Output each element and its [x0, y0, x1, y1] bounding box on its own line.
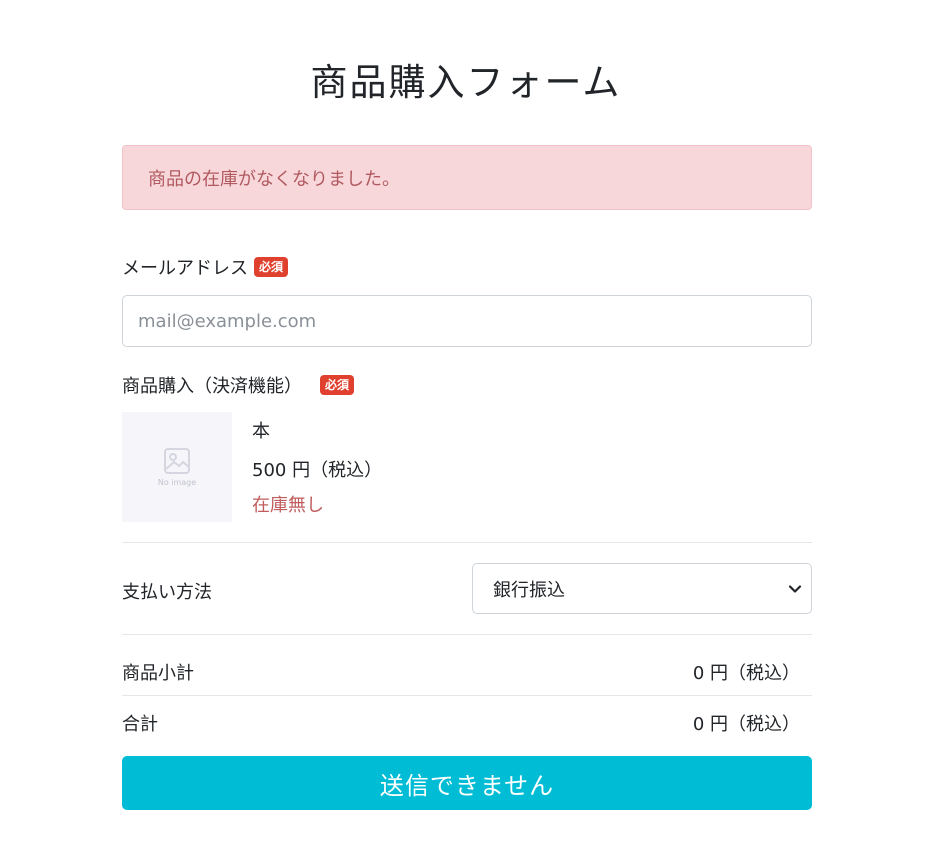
- email-label-text: メールアドレス: [122, 258, 248, 279]
- divider: [122, 542, 812, 543]
- total-value: 0 円（税込）: [692, 714, 800, 735]
- payment-method-select[interactable]: 銀行振込: [472, 563, 812, 614]
- email-input[interactable]: [122, 295, 812, 347]
- divider: [122, 634, 812, 635]
- product-section-label-text: 商品購入（決済機能）: [122, 376, 302, 397]
- product-image-placeholder: No image: [122, 412, 232, 522]
- out-of-stock-alert: 商品の在庫がなくなりました。: [122, 145, 812, 210]
- email-required-badge: 必須: [254, 257, 289, 277]
- submit-button[interactable]: 送信できません: [122, 756, 812, 810]
- subtotal-value: 0 円（税込）: [692, 663, 800, 684]
- stock-status: 在庫無し: [252, 495, 324, 516]
- no-image-caption: No image: [157, 478, 197, 487]
- page-title: 商品購入フォーム: [310, 61, 622, 104]
- product-name: 本: [252, 421, 270, 442]
- product-section-label: 商品購入（決済機能） 必須: [122, 372, 355, 398]
- email-label: メールアドレス 必須: [122, 254, 289, 280]
- total-label: 合計: [122, 714, 158, 735]
- payment-method-label: 支払い方法: [122, 582, 212, 603]
- product-required-badge: 必須: [320, 375, 355, 395]
- product-price: 500 円（税込）: [252, 460, 383, 481]
- alert-message: 商品の在庫がなくなりました。: [148, 168, 400, 190]
- divider: [122, 695, 812, 696]
- image-placeholder-icon: [164, 448, 190, 474]
- payment-method-selected: 銀行振込: [493, 579, 565, 601]
- subtotal-label: 商品小計: [122, 663, 194, 684]
- chevron-down-icon: [788, 585, 802, 593]
- purchase-form-page: 商品購入フォーム 商品の在庫がなくなりました。 メールアドレス 必須 商品購入（…: [0, 0, 927, 847]
